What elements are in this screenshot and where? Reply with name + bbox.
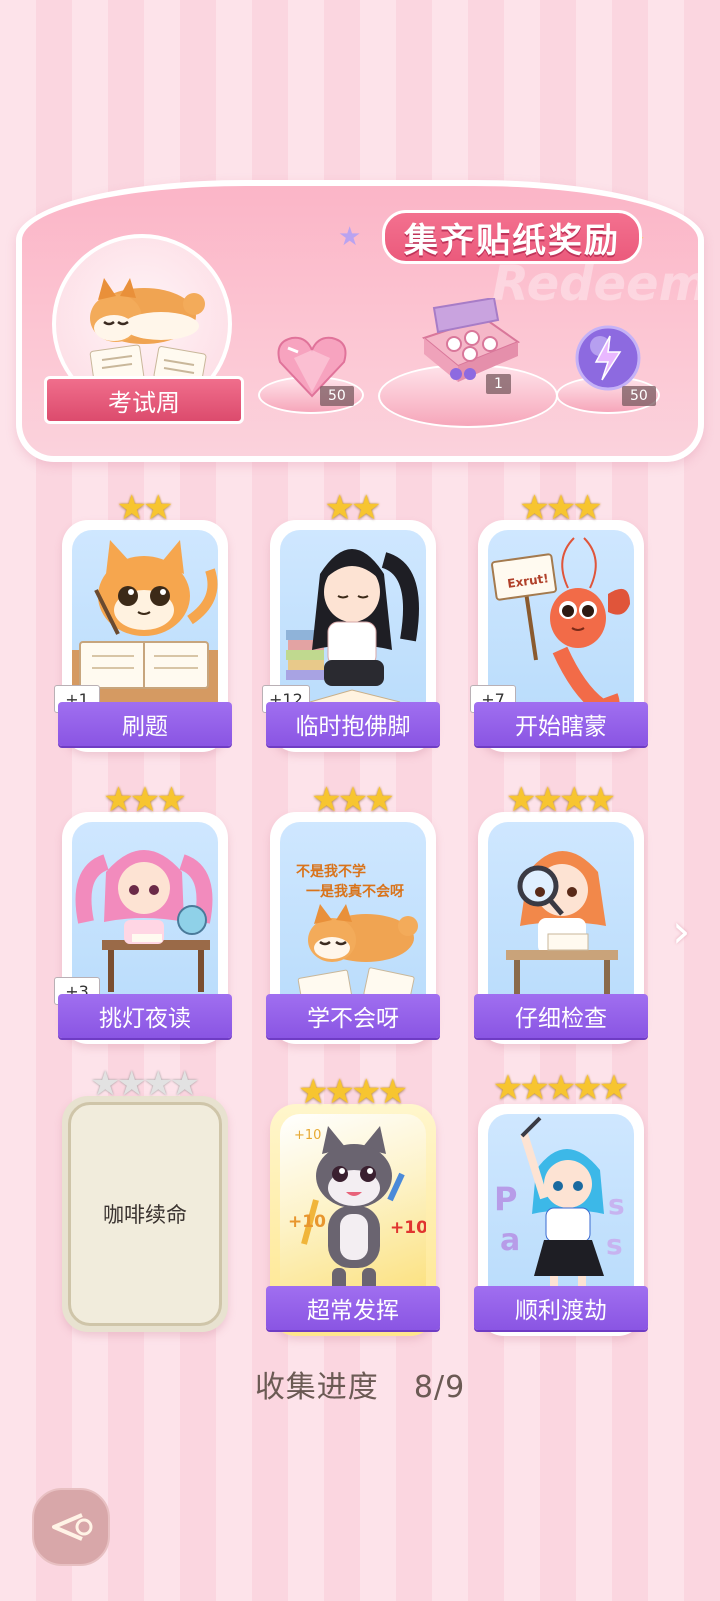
sticker-name: 咖啡续命 (103, 1203, 187, 1227)
sticker-name: 临时抱佛脚 (266, 702, 440, 746)
sticker-name: 刷题 (58, 702, 232, 746)
sticker-name: 开始瞎蒙 (474, 702, 648, 746)
back-arrow-icon (52, 1513, 93, 1541)
girl-celebrating-art: P a s s (494, 1116, 625, 1300)
shiba-sleeping-art (297, 904, 418, 1007)
sticker-card[interactable]: ★★★★ 仔细检查 (474, 782, 648, 1044)
progress-label: 收集进度 (254, 1370, 379, 1405)
sticker-card[interactable]: ★★★ Exrut! +7 开始瞎蒙 (470, 490, 648, 752)
next-page-chevron-icon[interactable]: › (672, 904, 690, 958)
star-rating: ★★★★★ (478, 1070, 644, 1106)
banner-title: 集齐贴纸奖励 (404, 220, 620, 261)
sticker-card[interactable]: ★★ +1 刷题 (54, 490, 232, 752)
sticker-art: P a s s (488, 1114, 634, 1306)
girl-magnifier-art (506, 851, 618, 994)
reward-qty: 50 (622, 386, 656, 406)
sticker-card-locked[interactable]: ★★★★ 咖啡续命 (62, 1066, 228, 1332)
event-name: 考试周 (108, 388, 180, 417)
plus-ten-text: +10 (294, 1128, 322, 1143)
sticker-art: 不是我不学 一是我真不会呀 (280, 822, 426, 1014)
sticker-name: 顺利渡劫 (474, 1286, 648, 1330)
star-icon: ★ (351, 488, 382, 528)
banner-title-ribbon: 集齐贴纸奖励 (382, 210, 642, 264)
svg-text:s: s (608, 1188, 625, 1221)
sticker-card[interactable]: ★★★ 不是我不学 一是我真不会呀 学不会呀 (266, 782, 440, 1044)
sticker-name: 挑灯夜读 (58, 994, 232, 1038)
lightning-orb-icon (575, 325, 641, 391)
star-rating: ★★★★ (270, 1074, 436, 1110)
reward-banner: Redeem ★ ★ 集齐贴纸奖励 考试周 (16, 180, 704, 462)
sticker-art (488, 822, 634, 1014)
sticker-card[interactable]: ★★ +12 临时抱佛脚 (262, 490, 440, 752)
star-icon: ★ (585, 780, 616, 820)
star-icon: ★ (598, 1068, 630, 1108)
star-rating: ★★★ (270, 782, 436, 818)
collection-progress: 收集进度 8/9 (0, 1362, 720, 1406)
plus-ten-text: +10 (390, 1218, 426, 1238)
svg-text:s: s (606, 1228, 623, 1261)
star-icon: ★ (364, 780, 395, 820)
plus-ten-text: +10 (288, 1212, 326, 1232)
sticker-art: +10 +10 +10 (280, 1114, 426, 1306)
star-rating: ★★★ (62, 782, 228, 818)
star-decoration-icon: ★ (338, 222, 362, 252)
reward-qty: 1 (486, 374, 511, 394)
back-button[interactable] (32, 1488, 110, 1566)
sticker-name: 学不会呀 (266, 994, 440, 1038)
sticker-card[interactable]: ★★★★ +10 +10 +10 超常发挥 (266, 1074, 440, 1336)
star-rating: ★★ (270, 490, 436, 526)
sticker-name: 仔细检查 (474, 994, 648, 1038)
star-rating: ★★★★ (62, 1066, 228, 1102)
svg-text:a: a (500, 1223, 520, 1258)
star-empty-icon: ★ (169, 1064, 200, 1104)
star-rating: ★★ (62, 490, 228, 526)
star-icon: ★ (572, 488, 603, 528)
reward-qty: 50 (320, 386, 354, 406)
star-rating: ★★★★ (478, 782, 644, 818)
svg-text:P: P (494, 1180, 517, 1218)
star-icon: ★ (143, 488, 174, 528)
sticker-name: 超常发挥 (266, 1286, 440, 1330)
locked-card-frame: 咖啡续命 (68, 1102, 222, 1326)
star-icon: ★ (156, 780, 187, 820)
star-icon: ★ (377, 1072, 408, 1112)
star-rating: ★★★ (478, 490, 644, 526)
sticker-card[interactable]: ★★★ +3 挑灯夜读 (54, 782, 232, 1044)
progress-value: 8/9 (413, 1370, 466, 1405)
event-name-plate: 考试周 (44, 376, 244, 424)
sticker-card[interactable]: ★★★★★ P a s s 顺利渡劫 (474, 1070, 648, 1336)
